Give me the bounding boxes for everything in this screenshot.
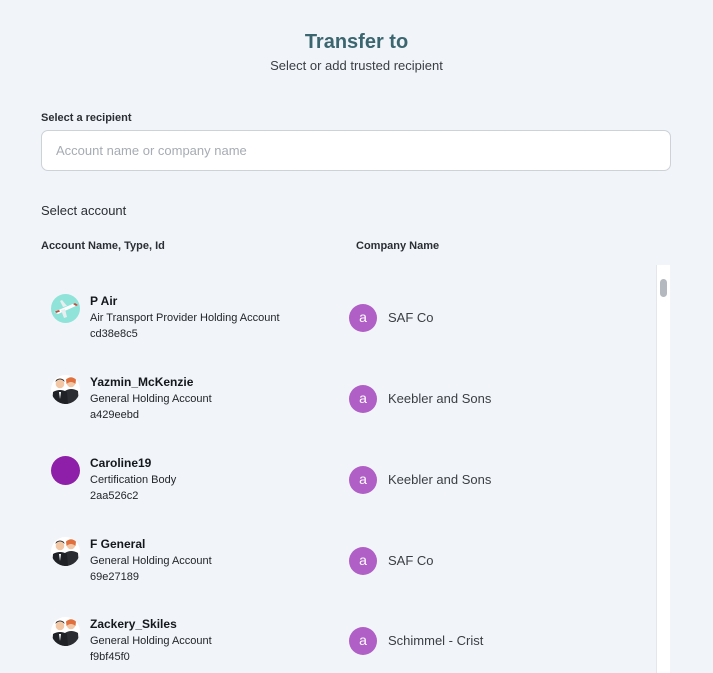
account-name: Zackery_Skiles bbox=[90, 617, 177, 631]
people-avatar-icon bbox=[51, 617, 80, 646]
account-type: General Holding Account bbox=[90, 555, 212, 567]
account-type: Air Transport Provider Holding Account bbox=[90, 312, 280, 324]
account-row[interactable]: Caroline19 Certification Body 2aa526c2 a… bbox=[41, 456, 651, 537]
scrollbar-thumb[interactable] bbox=[660, 279, 667, 297]
account-name: P Air bbox=[90, 294, 118, 308]
page-header: Transfer to Select or add trusted recipi… bbox=[0, 30, 713, 74]
company-avatar: a bbox=[349, 627, 377, 655]
column-header-company: Company Name bbox=[356, 240, 440, 252]
people-avatar-icon bbox=[51, 537, 80, 566]
account-name: Yazmin_McKenzie bbox=[90, 375, 194, 389]
account-type: Certification Body bbox=[90, 474, 177, 486]
list-scrollbar[interactable] bbox=[656, 265, 670, 673]
airplane-avatar-icon bbox=[51, 294, 80, 323]
account-id: f9bf45f0 bbox=[90, 651, 130, 663]
recipient-label: Select a recipient bbox=[41, 112, 132, 124]
company-name: Schimmel - Crist bbox=[388, 633, 484, 648]
recipient-search-input[interactable] bbox=[41, 130, 671, 171]
select-account-label: Select account bbox=[41, 203, 127, 218]
account-name: F General bbox=[90, 537, 146, 551]
company-name: Keebler and Sons bbox=[388, 391, 492, 406]
account-row[interactable]: Zackery_Skiles General Holding Account f… bbox=[41, 617, 651, 673]
account-id: cd38e8c5 bbox=[90, 328, 138, 340]
company-avatar: a bbox=[349, 304, 377, 332]
account-type: General Holding Account bbox=[90, 393, 212, 405]
company-name: Keebler and Sons bbox=[388, 472, 492, 487]
account-list: P Air Air Transport Provider Holding Acc… bbox=[41, 265, 671, 673]
account-type: General Holding Account bbox=[90, 635, 212, 647]
account-row[interactable]: F General General Holding Account 69e271… bbox=[41, 537, 651, 618]
account-row[interactable]: Yazmin_McKenzie General Holding Account … bbox=[41, 375, 651, 456]
company-avatar: a bbox=[349, 385, 377, 413]
company-name: SAF Co bbox=[388, 553, 434, 568]
people-avatar-icon bbox=[51, 375, 80, 404]
account-id: 2aa526c2 bbox=[90, 490, 139, 502]
purple-circle-avatar-icon bbox=[51, 456, 80, 485]
company-name: SAF Co bbox=[388, 310, 434, 325]
page-title: Transfer to bbox=[304, 31, 409, 53]
page-subtitle: Select or add trusted recipient bbox=[270, 58, 443, 73]
company-avatar: a bbox=[349, 466, 377, 494]
company-avatar: a bbox=[349, 547, 377, 575]
account-name: Caroline19 bbox=[90, 456, 152, 470]
account-id: 69e27189 bbox=[90, 571, 139, 583]
column-header-account: Account Name, Type, Id bbox=[41, 240, 165, 252]
account-id: a429eebd bbox=[90, 409, 139, 421]
account-row[interactable]: P Air Air Transport Provider Holding Acc… bbox=[41, 294, 651, 375]
